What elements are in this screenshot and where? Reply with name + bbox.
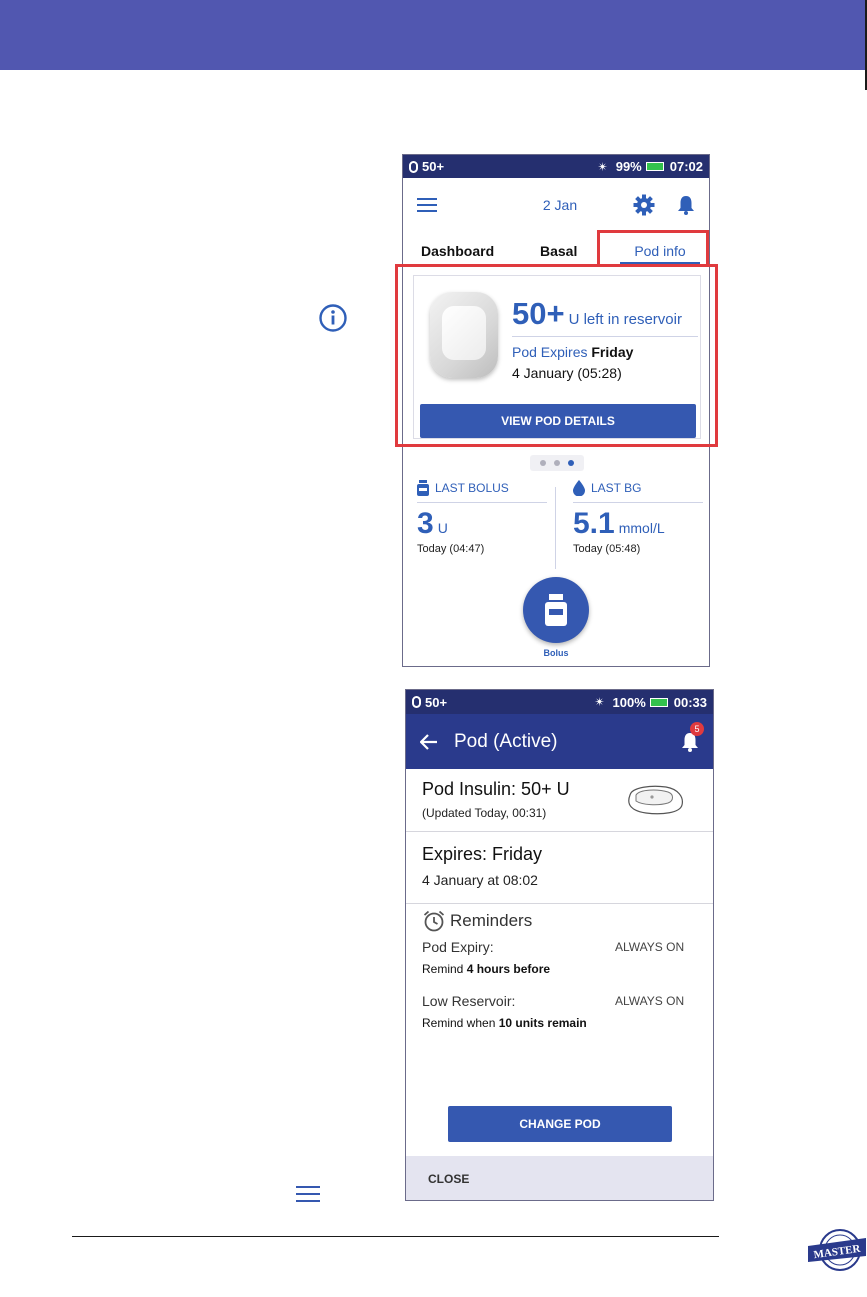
master-badge: MASTER [808,1229,866,1271]
reminder-pod-expiry-status: ALWAYS ON [615,940,685,954]
reminder-low-reservoir-name: Low Reservoir: [422,993,516,1009]
reminders-section: Reminders Pod Expiry: ALWAYS ON Remind 4… [406,904,713,1054]
header-date: 2 Jan [542,196,578,213]
app-header: Pod (Active) 5 [406,714,713,769]
expires-section: Expires: Friday 4 January at 08:02 [406,832,713,904]
page-indicator [530,455,584,471]
last-bolus-label: LAST BOLUS [435,481,509,495]
last-bg-value: 5.1 [573,507,615,540]
last-bolus-panel: LAST BOLUS 3 U Today (04:47) [417,480,547,555]
reminder-pod-expiry-desc: Remind 4 hours before [422,962,551,976]
page-dot[interactable] [554,460,560,466]
pod-insulin-updated: (Updated Today, 00:31) [422,806,547,820]
last-bolus-unit: U [437,520,448,536]
screen-title: Pod (Active) [454,730,558,752]
last-bg-panel: LAST BG 5.1 mmol/L Today (05:48) [573,480,703,555]
pod-status-icon [409,160,418,173]
footer-rule [72,1236,719,1237]
pod-units-status: 50+ [425,694,448,710]
close-button[interactable]: CLOSE [406,1156,713,1200]
insulin-vial-icon [417,480,429,496]
page-header-banner [0,0,867,70]
clock: 00:33 [673,694,707,710]
highlight-box-tab [597,230,709,267]
pod-details-screen: 50+ ✴ 100% 00:33 Pod (Active) 5 Pod Insu… [405,689,714,1201]
change-pod-button[interactable]: CHANGE POD [448,1106,672,1142]
stats-divider [555,487,556,569]
last-bg-label: LAST BG [591,481,642,495]
pod-units-status: 50+ [422,159,445,174]
expires-title: Expires: Friday [422,844,543,864]
reminder-pod-expiry-name: Pod Expiry: [422,939,494,955]
reminder-low-reservoir-desc: Remind when 10 units remain [422,1016,587,1030]
menu-lines-icon [296,1186,320,1202]
pod-insulin-section: Pod Insulin: 50+ U (Updated Today, 00:31… [406,769,713,832]
app-header: 2 Jan [403,178,709,231]
alarm-clock-icon [423,910,445,932]
info-circle-icon [319,304,347,332]
expires-date: 4 January at 08:02 [422,872,538,888]
status-bar: 50+ ✴ 100% 00:33 [406,690,713,714]
bolus-label: Bolus [543,648,569,658]
pod-insulin-title: Pod Insulin: 50+ U [422,779,570,799]
page-dot-active[interactable] [568,460,574,466]
insulin-vial-icon [545,594,567,626]
last-bg-unit: mmol/L [618,520,665,536]
battery-percent: 100% [612,694,646,710]
pod-device-icon [628,785,683,815]
reminder-low-reservoir-status: ALWAYS ON [615,994,685,1008]
last-bolus-value: 3 [417,507,434,540]
reminders-title: Reminders [450,911,533,930]
hamburger-menu-icon[interactable] [417,197,437,213]
back-arrow-icon[interactable] [420,733,438,750]
bell-icon[interactable] [677,195,695,215]
pod-status-icon [412,696,421,708]
last-bolus-time: Today (04:47) [417,543,485,555]
bluetooth-icon: ✴ [597,159,608,174]
status-bar: 50+ ✴ 99% 07:02 [403,155,709,178]
battery-percent: 99% [615,159,642,174]
last-bg-time: Today (05:48) [573,543,641,555]
page-dot[interactable] [540,460,546,466]
clock: 07:02 [669,159,703,174]
notification-count-badge: 5 [690,722,704,736]
bolus-button[interactable] [523,577,589,643]
bluetooth-icon: ✴ [594,695,605,709]
highlight-box-card [395,264,718,447]
battery-icon [645,162,664,171]
gear-icon[interactable] [633,194,655,216]
battery-icon [649,697,668,707]
blood-drop-icon [573,480,585,496]
